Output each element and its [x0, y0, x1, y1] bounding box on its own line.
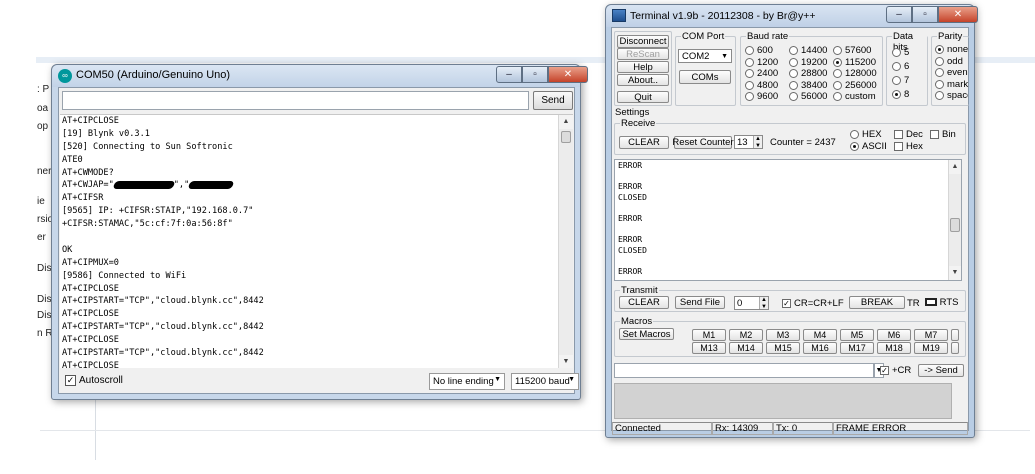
baud-rate-select[interactable]: 115200 baud ▼ [511, 373, 579, 390]
macro-button[interactable]: M4 [803, 329, 837, 341]
transmit-history-area [614, 383, 952, 419]
status-connection: Connected [612, 422, 712, 435]
minimize-icon[interactable]: ‒ [496, 66, 522, 83]
maximize-icon[interactable]: ▫ [912, 6, 938, 23]
console-line: AT+CIFSR [62, 193, 104, 204]
arduino-bottom-bar: ✓ Autoscroll No line ending ▼ 115200 bau… [59, 369, 579, 393]
macro-button[interactable]: M3 [766, 329, 800, 341]
background-text-fragment: Dis [37, 294, 51, 305]
close-icon[interactable]: ✕ [548, 66, 588, 83]
background-text-fragment: ner [37, 166, 51, 177]
terminal-window: Terminal v1.9b - 20112308 - by Br@y++ ‒ … [605, 4, 978, 438]
arduino-serial-monitor-window: ∞ COM50 (Arduino/Genuino Uno) ‒ ▫ ✕ Send… [51, 64, 588, 400]
console-line: AT+CIPMUX=0 [62, 257, 119, 268]
terminal-window-title: Terminal v1.9b - 20112308 - by Br@y++ [630, 10, 816, 22]
autoscroll-label: Autoscroll [79, 375, 123, 386]
macro-button[interactable]: M17 [840, 342, 874, 354]
status-rx: Rx: 14309 [712, 422, 773, 435]
checkmark-icon: ✓ [880, 366, 889, 375]
scroll-down-icon[interactable]: ▼ [559, 355, 573, 368]
send-button[interactable]: Send [533, 91, 573, 110]
console-line: [520] Connecting to Sun Softronic [62, 141, 233, 152]
console-line: AT+CIPCLOSE [62, 335, 119, 346]
console-scrollbar[interactable]: ▲ ▼ [558, 115, 573, 368]
console-line-text: AT+CWJAP=" [62, 180, 114, 191]
macro-button[interactable]: M7 [914, 329, 948, 341]
background-text-fragment: op [37, 121, 49, 132]
console-line-text: "," [173, 180, 190, 191]
close-icon[interactable]: ✕ [938, 6, 978, 23]
macro-button[interactable]: M13 [692, 342, 726, 354]
background-text-fragment: Dis [37, 310, 51, 321]
terminal-title-bar[interactable]: Terminal v1.9b - 20112308 - by Br@y++ ‒ … [606, 5, 978, 27]
line-ending-value: No line ending [433, 376, 494, 387]
terminal-client-area: Disconnect ReScan Help About.. Quit COM … [611, 27, 969, 435]
chevron-down-icon: ▼ [568, 376, 575, 383]
console-line: [9565] IP: +CIFSR:STAIP,"192.168.0.7" [62, 206, 254, 217]
cr-label: +CR [892, 365, 912, 376]
macro-button[interactable]: M2 [729, 329, 763, 341]
console-line: AT+CIPCLOSE [62, 360, 119, 368]
serial-console-output[interactable]: AT+CIPCLOSE [19] Blynk v0.3.1 [520] Connec… [60, 114, 573, 368]
cr-checkbox[interactable]: ✓ +CR [880, 365, 911, 376]
redaction-scribble [187, 180, 235, 189]
arduino-client-area: Send AT+CIPCLOSE [19] Blynk v0.3.1 [520] C… [58, 87, 579, 394]
background-text-fragment: Dis [37, 263, 51, 274]
autoscroll-checkbox[interactable]: ✓ Autoscroll [65, 375, 123, 386]
macro-button[interactable]: M16 [803, 342, 837, 354]
arduino-window-title: COM50 (Arduino/Genuino Uno) [76, 69, 231, 81]
console-line: AT+CWJAP=" "," [62, 179, 554, 192]
console-line: AT+CIPCLOSE [62, 283, 119, 294]
checkmark-icon: ✓ [65, 375, 76, 386]
terminal-app-icon [612, 9, 626, 22]
console-line: ATE0 [62, 154, 83, 165]
console-line: AT+CIPCLOSE [62, 309, 119, 320]
macro-button[interactable]: M18 [877, 342, 911, 354]
arduino-title-bar[interactable]: ∞ COM50 (Arduino/Genuino Uno) ‒ ▫ ✕ [52, 65, 588, 87]
console-line: OK [62, 244, 73, 255]
background-text-fragment: er [37, 232, 46, 243]
chevron-down-icon: ▼ [494, 376, 501, 383]
arduino-logo-icon: ∞ [58, 69, 72, 83]
console-lines: AT+CIPCLOSE [19] Blynk v0.3.1 [520] Connec… [62, 115, 554, 368]
arduino-window-controls: ‒ ▫ ✕ [496, 66, 588, 84]
background-text-fragment: : P [37, 84, 50, 95]
status-tx: Tx: 0 [773, 422, 833, 435]
background-text-fragment: rsio [37, 214, 51, 225]
console-line: AT+CIPCLOSE [62, 116, 119, 126]
macro-button[interactable]: M6 [877, 329, 911, 341]
background-text-fragment: ie [37, 196, 45, 207]
console-line: +CIFSR:STAMAC,"5c:cf:7f:0a:56:8f" [62, 219, 233, 230]
redaction-scribble [112, 180, 176, 189]
status-error: FRAME ERROR [833, 422, 968, 435]
console-line: AT+CIPSTART="TCP","cloud.blynk.cc",8442 [62, 348, 264, 359]
console-line: [9586] Connected to WiFi [62, 270, 187, 281]
console-line: [19] Blynk v0.3.1 [62, 128, 150, 139]
macro-button[interactable]: M5 [840, 329, 874, 341]
serial-send-input[interactable] [62, 91, 529, 110]
transmit-input[interactable] [614, 363, 874, 378]
scrollbar-thumb[interactable] [561, 131, 571, 143]
terminal-window-controls: ‒ ▫ ✕ [886, 6, 978, 24]
background-text-fragment: oa [37, 103, 49, 114]
send-button[interactable]: -> Send [918, 364, 964, 377]
background-text-fragment: n R [37, 328, 51, 339]
baud-rate-value: 115200 baud [515, 376, 570, 387]
console-line: AT+CIPSTART="TCP","cloud.blynk.cc",8442 [62, 322, 264, 333]
maximize-icon[interactable]: ▫ [522, 66, 548, 83]
console-line: AT+CIPSTART="TCP","cloud.blynk.cc",8442 [62, 296, 264, 307]
line-ending-select[interactable]: No line ending ▼ [429, 373, 505, 390]
macro-button[interactable]: M19 [914, 342, 948, 354]
status-bar: Connected Rx: 14309 Tx: 0 FRAME ERROR [612, 422, 968, 435]
background-window-fragments: : P oa op ner ie rsio er Dis Dis Dis n R [0, 66, 51, 396]
macro-button[interactable]: M1 [692, 329, 726, 341]
macro-button[interactable]: M14 [729, 342, 763, 354]
macro-button[interactable]: M15 [766, 342, 800, 354]
minimize-icon[interactable]: ‒ [886, 6, 912, 23]
macro-button-partial[interactable] [951, 342, 959, 354]
scroll-up-icon[interactable]: ▲ [559, 115, 573, 129]
macro-button-partial[interactable] [951, 329, 959, 341]
console-line: AT+CWMODE? [62, 167, 114, 178]
